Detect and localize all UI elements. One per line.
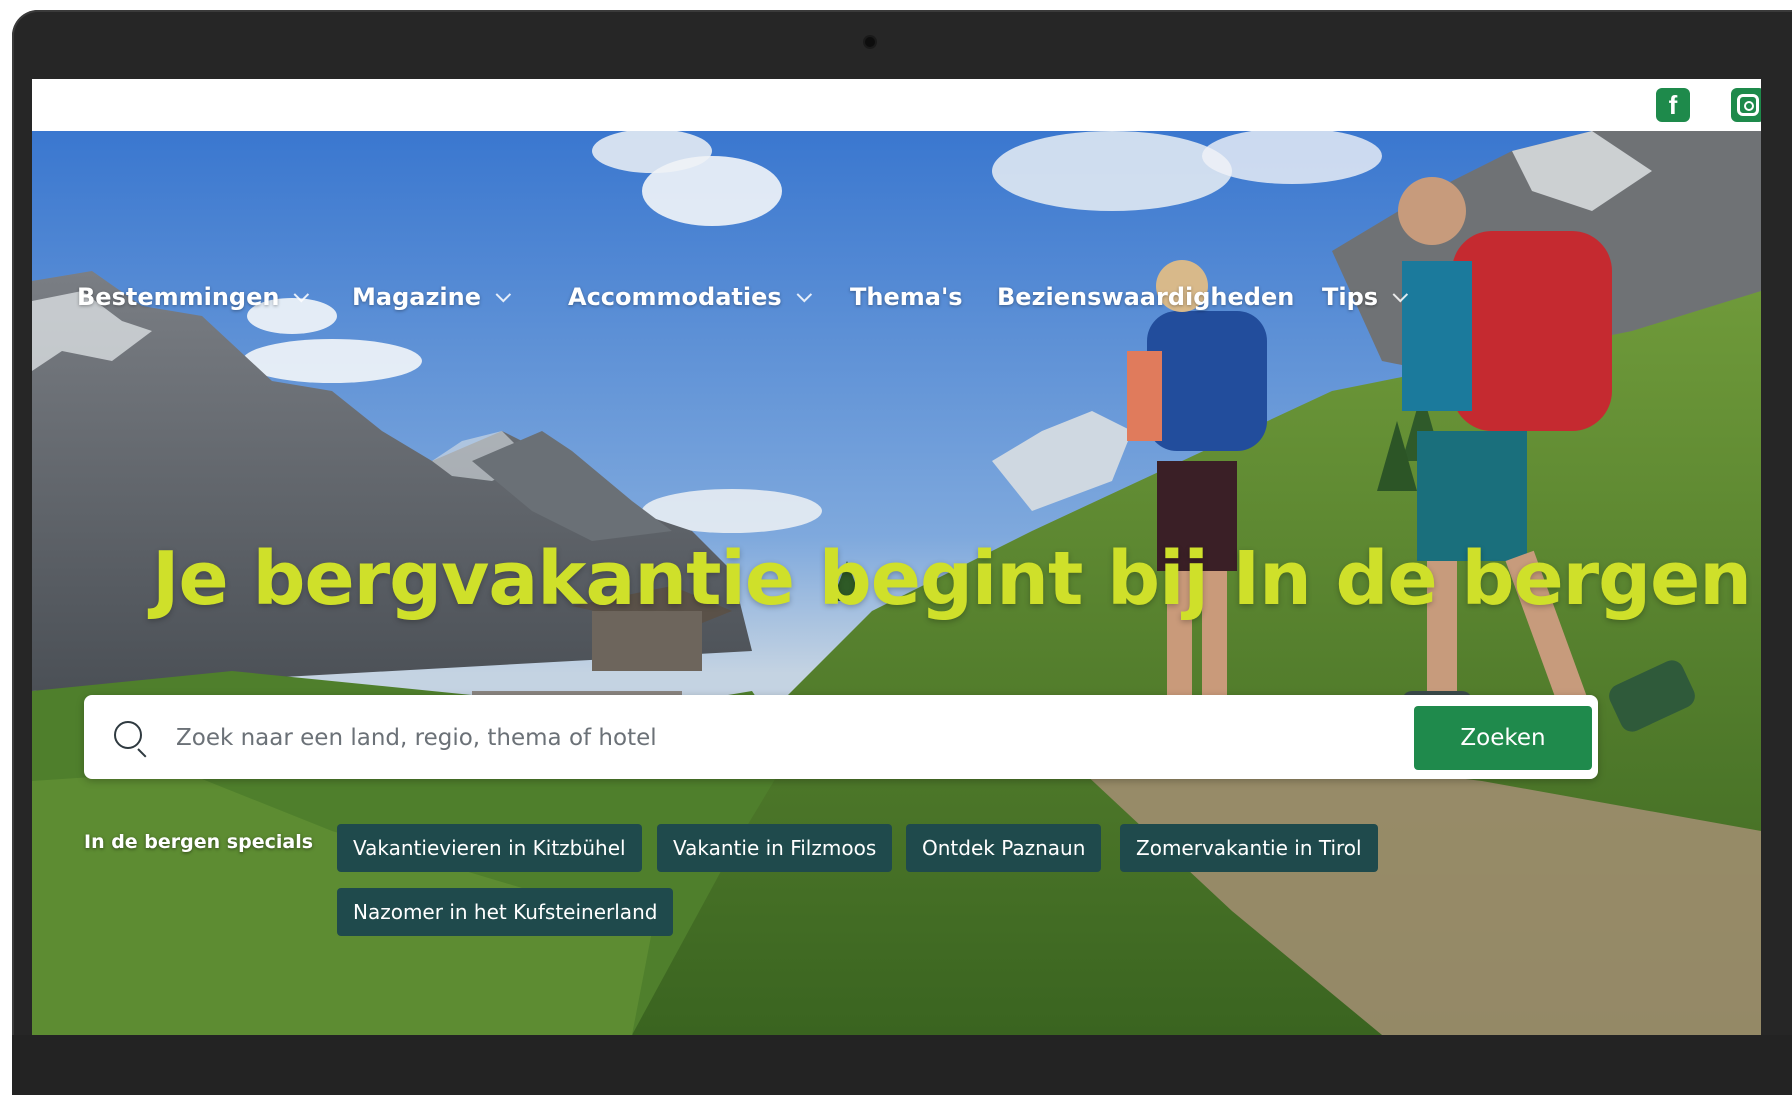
facebook-icon[interactable]: f: [1656, 88, 1690, 122]
search-bar: Zoeken: [84, 695, 1598, 779]
main-navigation: Bestemmingen Magazine Accommodaties Them…: [32, 283, 1761, 323]
special-chip-tirol[interactable]: Zomervakantie in Tirol: [1120, 824, 1378, 872]
hero-section: Bestemmingen Magazine Accommodaties Them…: [32, 131, 1761, 1035]
special-chip-filzmoos[interactable]: Vakantie in Filzmoos: [657, 824, 893, 872]
webcam: [865, 37, 875, 47]
search-button[interactable]: Zoeken: [1414, 706, 1592, 770]
special-chip-kufsteinerland[interactable]: Nazomer in het Kufsteinerland: [337, 888, 674, 936]
top-bar: f: [32, 79, 1761, 131]
nav-item-bezienswaardigheden[interactable]: Bezienswaardigheden: [997, 283, 1294, 311]
specials-label: In de bergen specials: [84, 831, 314, 853]
nav-item-themas[interactable]: Thema's: [850, 283, 963, 311]
chevron-down-icon: [294, 286, 310, 302]
chevron-down-icon: [1392, 286, 1409, 302]
hero-headline: Je bergvakantie begint bij In de bergen: [152, 536, 1752, 622]
search-input[interactable]: [174, 711, 1358, 765]
search-icon: [114, 721, 142, 749]
nav-item-accommodaties[interactable]: Accommodaties: [568, 283, 812, 311]
special-chip-paznaun[interactable]: Ontdek Paznaun: [906, 824, 1102, 872]
nav-item-bestemmingen[interactable]: Bestemmingen: [77, 283, 310, 311]
nav-item-tips[interactable]: Tips: [1322, 283, 1409, 311]
chevron-down-icon: [796, 286, 812, 302]
instagram-icon[interactable]: [1731, 88, 1761, 122]
laptop-frame: f Bestemmingen Magazine Accommodaties Th…: [12, 10, 1792, 1095]
browser-screen: f Bestemmingen Magazine Accommodaties Th…: [32, 79, 1761, 1035]
chevron-down-icon: [495, 286, 512, 302]
special-chip-kitzbuehel[interactable]: Vakantievieren in Kitzbühel: [337, 824, 642, 872]
nav-item-magazine[interactable]: Magazine: [352, 283, 512, 311]
laptop-bottom-bezel: [12, 1035, 1792, 1095]
